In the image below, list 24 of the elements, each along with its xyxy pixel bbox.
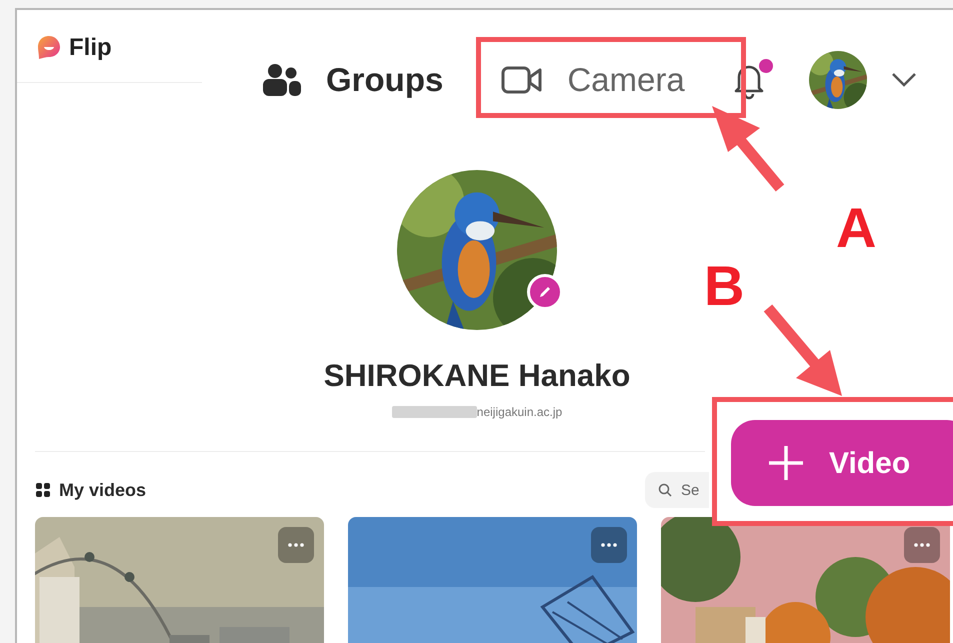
camera-link[interactable]: Camera: [501, 55, 685, 105]
more-icon: [914, 543, 930, 547]
grid-icon: [35, 482, 51, 498]
plus-icon: [767, 444, 805, 482]
pencil-icon: [538, 285, 552, 299]
more-options-button[interactable]: [278, 527, 314, 563]
groups-link[interactable]: Groups: [262, 55, 444, 105]
profile-name: SHIROKANE Hanako: [324, 360, 630, 391]
more-options-button[interactable]: [904, 527, 940, 563]
profile-email: neijigakuin.ac.jp: [476, 404, 562, 421]
more-icon: [601, 543, 617, 547]
search-field[interactable]: Se: [645, 472, 709, 508]
add-video-button[interactable]: Video: [731, 420, 953, 506]
more-options-button[interactable]: [591, 527, 627, 563]
callout-letter: B: [704, 258, 744, 314]
section-title: My videos: [59, 478, 146, 502]
app-name: Flip: [69, 33, 112, 63]
video-camera-icon: [501, 65, 544, 95]
flip-logo-icon: [37, 35, 61, 61]
more-icon: [288, 543, 304, 547]
chevron-down-icon[interactable]: [890, 72, 917, 88]
people-icon: [262, 63, 302, 97]
callout-letter: A: [836, 200, 876, 256]
search-icon: [658, 483, 672, 497]
